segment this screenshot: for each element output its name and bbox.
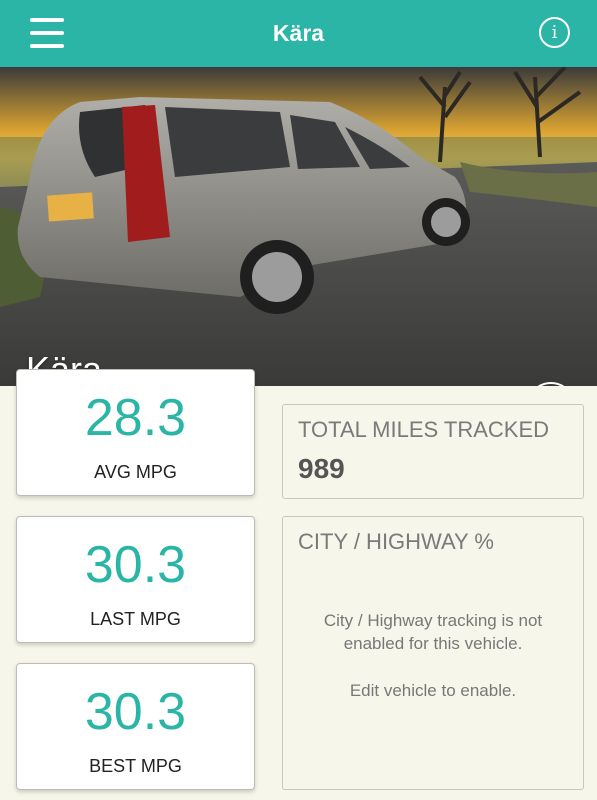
last-mpg-value: 30.3 (84, 536, 187, 594)
city-highway-hint: Edit vehicle to enable. (349, 681, 517, 700)
best-mpg-value: 30.3 (84, 683, 187, 741)
total-miles-value: 989 (298, 453, 345, 484)
best-mpg-label: BEST MPG (89, 756, 182, 776)
vehicle-photo-illustration (0, 67, 597, 386)
total-miles-heading: TOTAL MILES TRACKED (298, 417, 550, 442)
avg-mpg-card[interactable]: 28.3 AVG MPG (16, 369, 255, 496)
avg-mpg-value: 28.3 (84, 389, 187, 447)
avg-mpg-label: AVG MPG (94, 462, 177, 482)
city-highway-heading: CITY / HIGHWAY % (298, 529, 494, 554)
city-highway-message: City / Highway tracking is not enabled f… (323, 611, 543, 653)
total-miles-card: TOTAL MILES TRACKED 989 (282, 404, 584, 499)
city-highway-card: CITY / HIGHWAY % City / Highway tracking… (282, 516, 584, 790)
top-navbar: Kära i (0, 0, 597, 67)
last-mpg-label: LAST MPG (90, 609, 181, 629)
camera-glyph (529, 384, 573, 386)
vehicle-photo: Kära (0, 67, 597, 386)
best-mpg-card[interactable]: 30.3 BEST MPG (16, 663, 255, 790)
info-icon[interactable]: i (539, 17, 570, 48)
last-mpg-card[interactable]: 30.3 LAST MPG (16, 516, 255, 643)
page-title: Kära (272, 20, 325, 46)
